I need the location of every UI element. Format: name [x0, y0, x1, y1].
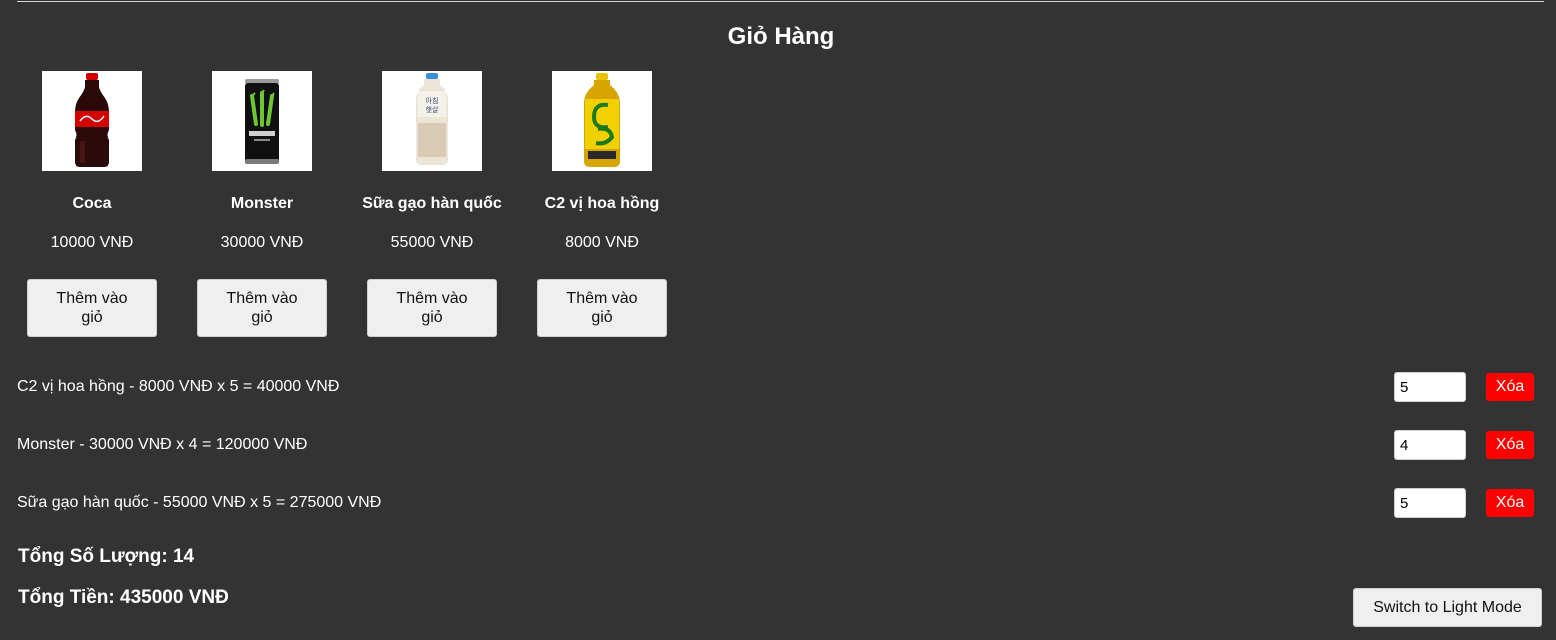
cart-item-text: Sữa gạo hàn quốc - 55000 VNĐ x 5 = 27500…	[17, 494, 382, 511]
product-card-coca: Coca 10000 VNĐ Thêm vào giỏ	[7, 71, 177, 341]
theme-toggle-button[interactable]: Switch to Light Mode	[1353, 588, 1542, 627]
cart-item-text: Monster - 30000 VNĐ x 4 = 120000 VNĐ	[17, 436, 308, 453]
quantity-input[interactable]	[1394, 488, 1466, 518]
add-to-cart-button[interactable]: Thêm vào giỏ	[27, 279, 157, 337]
top-divider	[17, 1, 1544, 2]
product-price: 30000 VNĐ	[220, 234, 304, 251]
product-name: Sữa gạo hàn quốc	[362, 195, 502, 212]
cart-item-text: C2 vị hoa hồng - 8000 VNĐ x 5 = 40000 VN…	[17, 378, 340, 395]
product-name: Monster	[230, 195, 294, 212]
add-to-cart-button[interactable]: Thêm vào giỏ	[197, 279, 327, 337]
rice-milk-bottle-icon: 아침 햇살	[382, 71, 482, 171]
product-name: C2 vị hoa hồng	[544, 195, 660, 212]
total-quantity: Tổng Số Lượng: 14	[18, 546, 195, 567]
product-price: 10000 VNĐ	[50, 234, 134, 251]
remove-button[interactable]: Xóa	[1486, 431, 1534, 459]
cart-item: C2 vị hoa hồng - 8000 VNĐ x 5 = 40000 VN…	[0, 371, 1556, 403]
product-price: 55000 VNĐ	[390, 234, 474, 251]
svg-text:햇살: 햇살	[426, 105, 439, 114]
remove-button[interactable]: Xóa	[1486, 373, 1534, 401]
page-title: Giỏ Hàng	[727, 23, 835, 50]
add-to-cart-button[interactable]: Thêm vào giỏ	[537, 279, 667, 337]
quantity-input[interactable]	[1394, 430, 1466, 460]
cart-item: Monster - 30000 VNĐ x 4 = 120000 VNĐ Xóa	[0, 429, 1556, 461]
cart-page: Giỏ Hàng Coca 10000 VNĐ Thêm vào giỏ Mon…	[0, 0, 1556, 640]
energy-can-icon	[212, 71, 312, 171]
add-to-cart-button[interactable]: Thêm vào giỏ	[367, 279, 497, 337]
product-card-monster: Monster 30000 VNĐ Thêm vào giỏ	[177, 71, 347, 341]
product-price: 8000 VNĐ	[565, 234, 639, 251]
product-card-rice-milk: 아침 햇살 Sữa gạo hàn quốc 55000 VNĐ Thêm và…	[347, 71, 517, 341]
product-card-c2: C2 vị hoa hồng 8000 VNĐ Thêm vào giỏ	[517, 71, 687, 341]
product-name: Coca	[72, 195, 112, 212]
total-price: Tổng Tiền: 435000 VNĐ	[18, 587, 229, 608]
svg-text:아침: 아침	[426, 96, 439, 105]
cola-bottle-icon	[42, 71, 142, 171]
cart-item: Sữa gạo hàn quốc - 55000 VNĐ x 5 = 27500…	[0, 487, 1556, 519]
quantity-input[interactable]	[1394, 372, 1466, 402]
remove-button[interactable]: Xóa	[1486, 489, 1534, 517]
tea-bottle-icon	[552, 71, 652, 171]
